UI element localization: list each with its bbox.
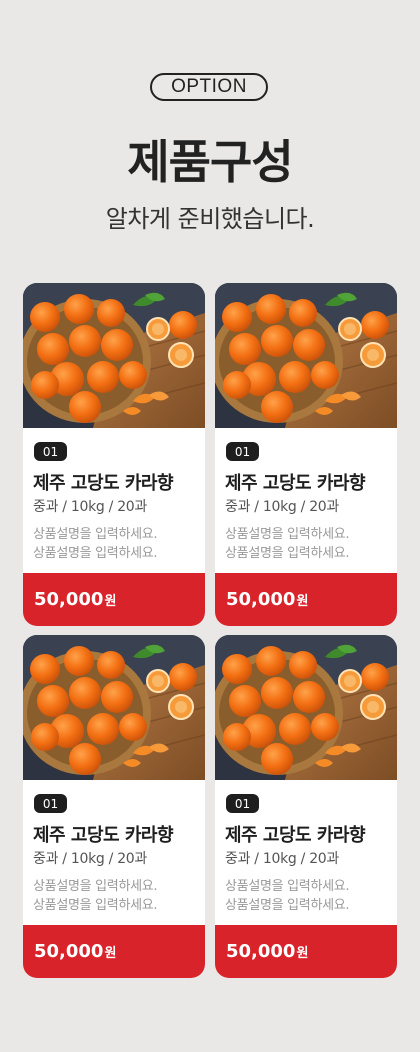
price-amount: 50,000: [34, 589, 104, 610]
product-description: 상품설명을 입력하세요.: [33, 879, 158, 894]
product-card[interactable]: 01 제주 고당도 카라향 중과 / 10kg / 20과 상품설명을 입력하세…: [215, 635, 397, 978]
product-description: 상품설명을 입력하세요.: [33, 527, 158, 542]
price-currency: 원: [296, 594, 309, 609]
product-card[interactable]: 01 제주 고당도 카라향 중과 / 10kg / 20과 상품설명을 입력하세…: [215, 283, 397, 626]
mandarin-photo: [215, 283, 397, 428]
price-bar: 50,000원: [215, 925, 397, 978]
option-pill: OPTION: [150, 73, 268, 101]
product-price: 50,000원: [226, 941, 308, 962]
price-currency: 원: [296, 946, 309, 961]
price-currency: 원: [104, 946, 117, 961]
mandarin-photo: [23, 635, 205, 780]
product-name: 제주 고당도 카라향: [33, 825, 174, 846]
product-spec: 중과 / 10kg / 20과: [33, 851, 147, 867]
price-amount: 50,000: [34, 941, 104, 962]
product-price: 50,000원: [34, 589, 116, 610]
price-amount: 50,000: [226, 941, 296, 962]
price-currency: 원: [104, 594, 117, 609]
option-number-badge: 01: [226, 442, 259, 461]
product-spec: 중과 / 10kg / 20과: [225, 851, 339, 867]
product-name: 제주 고당도 카라향: [225, 825, 366, 846]
product-description: 상품설명을 입력하세요.: [33, 546, 158, 561]
product-description: 상품설명을 입력하세요.: [225, 546, 350, 561]
product-card[interactable]: 01 제주 고당도 카라향 중과 / 10kg / 20과 상품설명을 입력하세…: [23, 283, 205, 626]
product-name: 제주 고당도 카라향: [225, 473, 366, 494]
page-title: 제품구성: [127, 135, 293, 189]
product-description: 상품설명을 입력하세요.: [225, 527, 350, 542]
page-subtitle: 알차게 준비했습니다.: [105, 205, 315, 233]
price-bar: 50,000원: [23, 925, 205, 978]
mandarin-photo: [215, 635, 397, 780]
option-number-badge: 01: [34, 442, 67, 461]
product-card[interactable]: 01 제주 고당도 카라향 중과 / 10kg / 20과 상품설명을 입력하세…: [23, 635, 205, 978]
price-amount: 50,000: [226, 589, 296, 610]
product-description: 상품설명을 입력하세요.: [225, 898, 350, 913]
product-spec: 중과 / 10kg / 20과: [225, 499, 339, 515]
mandarin-photo: [23, 283, 205, 428]
product-price: 50,000원: [226, 589, 308, 610]
product-spec: 중과 / 10kg / 20과: [33, 499, 147, 515]
option-number-badge: 01: [226, 794, 259, 813]
product-price: 50,000원: [34, 941, 116, 962]
price-bar: 50,000원: [23, 573, 205, 626]
product-description: 상품설명을 입력하세요.: [225, 879, 350, 894]
price-bar: 50,000원: [215, 573, 397, 626]
option-number-badge: 01: [34, 794, 67, 813]
product-name: 제주 고당도 카라향: [33, 473, 174, 494]
product-description: 상품설명을 입력하세요.: [33, 898, 158, 913]
